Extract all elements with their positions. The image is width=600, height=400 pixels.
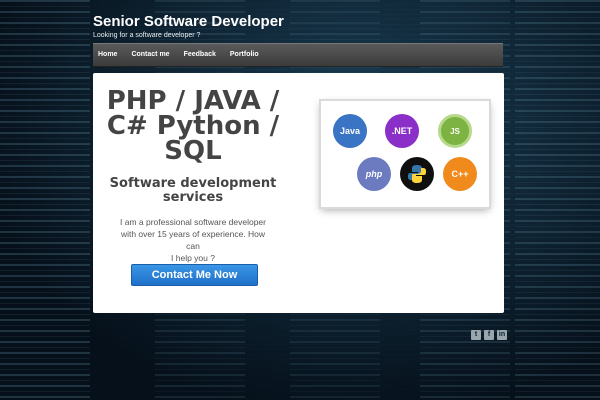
dotnet-logo-label: .NET [391,126,413,136]
java-logo-icon: Java [333,114,367,148]
languages-image: Java .NET JS php C++ [321,101,489,207]
php-logo-label: php [365,169,383,179]
java-logo-label: Java [339,126,361,136]
cpp-logo-label: C++ [451,169,469,179]
nodejs-logo-icon: JS [438,114,472,148]
main-navigation: Home Contact me Feedback Portfolio [93,43,503,67]
nav-item-home[interactable]: Home [93,44,124,66]
nav-item-feedback[interactable]: Feedback [177,44,223,66]
php-logo-icon: php [357,157,391,191]
hero-description: I am a professional software developer w… [113,216,273,264]
hero-description-line: I am a professional software developer [120,217,266,227]
facebook-icon[interactable]: f [484,330,494,340]
site-tagline: Looking for a software developer ? [93,32,201,39]
code-column [515,0,600,400]
dotnet-logo-icon: .NET [385,114,419,148]
nav-item-contact-me[interactable]: Contact me [124,44,176,66]
python-logo-icon [400,157,434,191]
hero-subheading-line: services [162,190,224,205]
cpp-logo-icon: C++ [443,157,477,191]
hero-description-line: I help you ? [171,253,215,263]
twitter-icon[interactable]: t [471,330,481,340]
code-column [0,0,90,400]
site-title[interactable]: Senior Software Developer [93,13,284,30]
hero-description-line: with over 15 years of experience. How ca… [120,229,266,251]
hero-subheading: Software development services [103,177,283,205]
python-logo-glyph [408,165,426,183]
hero-headline-line: SQL [164,136,222,166]
linkedin-icon[interactable]: in [497,330,507,340]
nav-item-portfolio[interactable]: Portfolio [223,44,266,66]
nodejs-logo-label: JS [450,126,460,136]
hero-headline: PHP / JAVA / C# Python / SQL [103,88,283,166]
contact-me-now-button[interactable]: Contact Me Now [131,264,258,286]
hero-card: PHP / JAVA / C# Python / SQL Software de… [93,73,504,313]
hero-subheading-line: Software development [109,176,277,191]
